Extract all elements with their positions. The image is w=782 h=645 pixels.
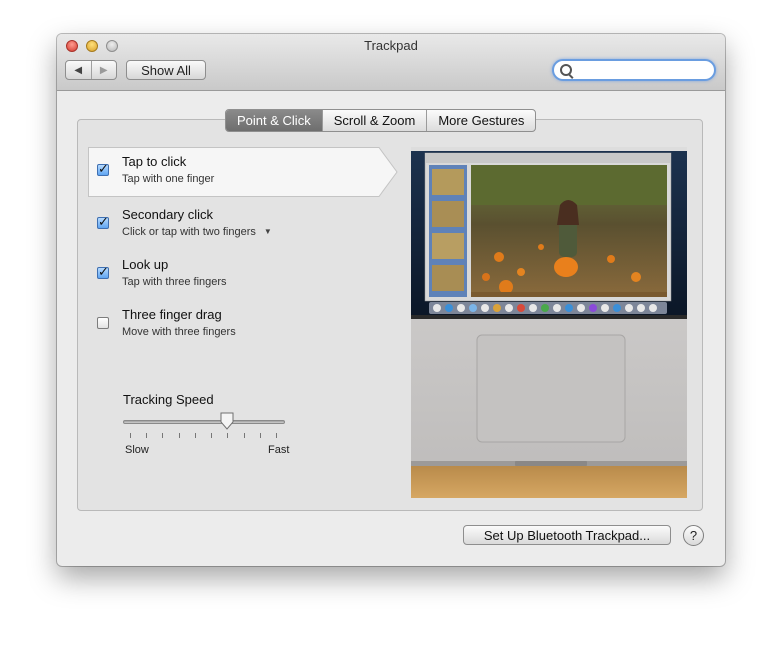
- tab-scroll-zoom[interactable]: Scroll & Zoom: [321, 110, 427, 131]
- setup-bluetooth-trackpad-button[interactable]: Set Up Bluetooth Trackpad...: [463, 525, 671, 545]
- back-arrow-icon[interactable]: ◀: [66, 61, 91, 79]
- tab-more-gestures[interactable]: More Gestures: [426, 110, 535, 131]
- slider-tick: [276, 433, 277, 438]
- look-up-label: Look up: [122, 257, 169, 272]
- back-forward-control: ◀ ▶: [65, 60, 117, 80]
- slider-tick: [243, 433, 245, 438]
- three-finger-drag-description: Move with three fingers: [122, 326, 236, 338]
- option-tap-to-click[interactable]: Tap to click Tap with one finger: [87, 146, 399, 197]
- secondary-click-label: Secondary click: [122, 207, 214, 222]
- secondary-click-checkbox[interactable]: [97, 214, 109, 230]
- secondary-click-description: Click or tap with two fingers ▼: [122, 226, 272, 238]
- tap-to-click-description: Tap with one finger: [122, 173, 215, 185]
- slider-thumb[interactable]: [220, 412, 234, 430]
- tracking-speed-label: Tracking Speed: [123, 392, 214, 407]
- trackpad-preferences-window: Trackpad ◀ ▶ Show All Point & Click Scro…: [57, 34, 725, 566]
- option-three-finger-drag[interactable]: Three finger drag Move with three finger…: [87, 299, 377, 349]
- slider-tick: [146, 433, 148, 438]
- look-up-description: Tap with three fingers: [122, 276, 227, 288]
- three-finger-drag-label: Three finger drag: [122, 307, 222, 322]
- slider-tick: [194, 433, 196, 438]
- show-all-button[interactable]: Show All: [126, 60, 206, 80]
- tracking-speed-slider[interactable]: [123, 412, 285, 430]
- tab-point-click[interactable]: Point & Click: [226, 110, 322, 131]
- slider-tick: [259, 433, 261, 438]
- look-up-checkbox[interactable]: [97, 264, 109, 280]
- three-finger-drag-checkbox[interactable]: [97, 317, 109, 329]
- slow-label: Slow: [125, 444, 149, 456]
- secondary-click-description-text: Click or tap with two fingers: [122, 226, 256, 238]
- slider-tick: [130, 433, 131, 438]
- window-title: Trackpad: [364, 38, 418, 53]
- fast-label: Fast: [268, 444, 290, 456]
- search-icon: [560, 64, 572, 76]
- slider-ticks: [130, 433, 277, 439]
- help-button[interactable]: ?: [683, 525, 704, 546]
- option-look-up[interactable]: Look up Tap with three fingers: [87, 249, 377, 299]
- slider-tick: [227, 433, 229, 438]
- slider-tick: [178, 433, 180, 438]
- option-secondary-click[interactable]: Secondary click Click or tap with two fi…: [87, 199, 377, 249]
- slider-tick: [162, 433, 164, 438]
- tap-to-click-label: Tap to click: [122, 154, 187, 169]
- dropdown-arrow-icon[interactable]: ▼: [264, 227, 272, 236]
- tap-to-click-checkbox[interactable]: [97, 161, 109, 177]
- search-input[interactable]: [574, 62, 714, 80]
- slider-tick: [211, 433, 213, 438]
- tab-bar: Point & Click Scroll & Zoom More Gesture…: [225, 109, 537, 132]
- search-field[interactable]: [552, 59, 716, 81]
- title-bar: Trackpad ◀ ▶ Show All: [57, 34, 725, 91]
- forward-arrow-icon[interactable]: ▶: [90, 61, 117, 79]
- trackpad-preview-image: [411, 147, 687, 498]
